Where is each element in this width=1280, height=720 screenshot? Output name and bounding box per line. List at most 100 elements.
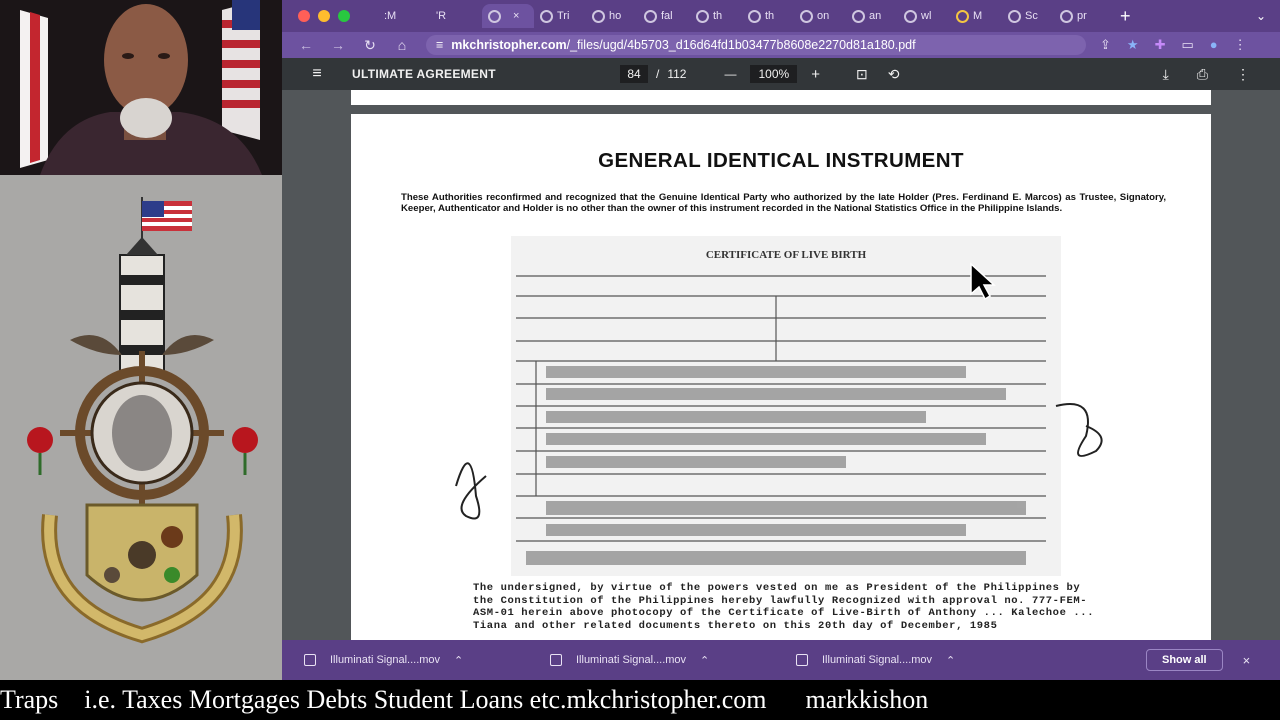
emblem-logo — [27, 197, 258, 644]
file-icon — [796, 654, 808, 666]
show-all-button[interactable]: Show all — [1146, 649, 1223, 671]
document-paragraph: These Authorities reconfirmed and recogn… — [401, 192, 1166, 214]
chevron-up-icon[interactable]: ⌃ — [700, 654, 709, 667]
chrome-favicon-icon — [488, 9, 501, 23]
previous-page-edge — [351, 90, 1211, 105]
url-host: mkchristopher.com — [451, 38, 567, 52]
tab-5[interactable]: fal — [638, 4, 690, 28]
chrome-favicon-icon — [696, 9, 709, 23]
tab-search-icon[interactable]: ⌄ — [1256, 9, 1266, 23]
pdf-more-icon[interactable]: ⋮ — [1236, 66, 1250, 83]
tab-label: pr — [1077, 10, 1087, 22]
tab-6[interactable]: th — [690, 4, 742, 28]
tab-12[interactable]: Sc — [1002, 4, 1054, 28]
tab-1[interactable]: 'R — [430, 4, 482, 28]
toolbar-icons: ⇪ ★ ✚ ▭ ● ⋮ — [1100, 37, 1247, 53]
download-filename: Illuminati Signal....mov — [822, 654, 933, 666]
download-item[interactable]: Illuminati Signal....mov ⌃ — [528, 654, 774, 667]
chrome-favicon-icon — [800, 9, 813, 23]
pdf-page: GENERAL IDENTICAL INSTRUMENT These Autho… — [351, 114, 1211, 640]
maximize-window-button[interactable] — [338, 10, 350, 22]
url-field[interactable]: ≡ mkchristopher.com/_files/ugd/4b5703_d1… — [426, 35, 1086, 55]
download-filename: Illuminati Signal....mov — [330, 654, 441, 666]
chrome-favicon-icon — [748, 9, 761, 23]
certificate-heading: CERTIFICATE OF LIVE BIRTH — [706, 249, 867, 261]
chrome-favicon-icon — [644, 9, 657, 23]
close-downloads-icon[interactable]: × — [1243, 653, 1251, 668]
chevron-up-icon[interactable]: ⌃ — [454, 654, 463, 667]
minimize-window-button[interactable] — [318, 10, 330, 22]
sidepanel-icon[interactable]: ▭ — [1181, 37, 1193, 53]
tab-label: an — [869, 10, 882, 22]
tab-label: M — [973, 10, 983, 22]
tab-active[interactable]: × — [482, 4, 534, 28]
url-path: /_files/ugd/4b5703_d16d64fd1b03477b8608e… — [566, 38, 916, 52]
zoom-controls: — 100% + — [724, 65, 820, 83]
chrome-favicon-icon — [852, 9, 865, 23]
zoom-out-button[interactable]: — — [724, 67, 736, 81]
tab-7[interactable]: th — [742, 4, 794, 28]
tab-label: :M — [384, 10, 397, 22]
zoom-level-input[interactable]: 100% — [750, 65, 798, 83]
zoom-in-button[interactable]: + — [811, 66, 820, 83]
hamburger-menu-icon[interactable]: ≡ — [282, 65, 352, 83]
tab-label: fal — [661, 10, 673, 22]
chrome-favicon-icon — [904, 9, 917, 23]
reload-icon[interactable]: ↻ — [354, 37, 386, 54]
site-info-icon[interactable]: ≡ — [436, 38, 443, 52]
certificate-caption: The undersigned, by virtue of the powers… — [473, 582, 1095, 632]
chrome-favicon-icon — [592, 9, 605, 23]
chrome-favicon-icon — [1008, 9, 1021, 23]
ticker-caption: Traps i.e. Taxes Mortgages Debts Student… — [0, 680, 1280, 720]
pdf-viewer[interactable]: GENERAL IDENTICAL INSTRUMENT These Autho… — [282, 90, 1280, 640]
forward-arrow-icon[interactable]: → — [322, 37, 354, 53]
tab-0[interactable]: :M — [378, 4, 430, 28]
tab-label: th — [713, 10, 723, 22]
bookmark-star-icon[interactable]: ★ — [1127, 37, 1139, 53]
tab-close-icon[interactable]: × — [513, 10, 519, 22]
birth-certificate-scan: CERTIFICATE OF LIVE BIRTH — [455, 236, 1103, 576]
pdf-actions: ⤓ ⎙ ⋮ — [1163, 66, 1250, 83]
share-icon[interactable]: ⇪ — [1100, 37, 1111, 53]
print-icon[interactable]: ⎙ — [1197, 66, 1208, 83]
tab-11[interactable]: M — [950, 4, 1002, 28]
webcam-video — [0, 0, 282, 175]
pdf-title: ULTIMATE AGREEMENT — [352, 67, 496, 81]
chevron-up-icon[interactable]: ⌃ — [946, 654, 955, 667]
profile-avatar-icon[interactable]: ● — [1210, 37, 1218, 53]
tab-8[interactable]: on — [794, 4, 846, 28]
tab-10[interactable]: wl — [898, 4, 950, 28]
back-arrow-icon[interactable]: ← — [290, 37, 322, 53]
tab-label: on — [817, 10, 830, 22]
tab-label: Tri — [557, 10, 570, 22]
page-separator: / — [656, 67, 660, 81]
tab-label: 'R — [436, 10, 447, 22]
browser-window: :M 'R × Tri ho fal th th on an wl M Sc p… — [282, 0, 1280, 680]
pdf-toolbar: ≡ ULTIMATE AGREEMENT 84 / 112 — 100% + ⊡… — [282, 58, 1280, 90]
download-item[interactable]: Illuminati Signal....mov ⌃ — [774, 654, 1020, 667]
document-title: GENERAL IDENTICAL INSTRUMENT — [598, 149, 964, 172]
more-menu-icon[interactable]: ⋮ — [1234, 37, 1247, 53]
home-icon[interactable]: ⌂ — [386, 37, 418, 53]
emblem-panel — [0, 175, 282, 680]
drive-favicon-icon — [956, 9, 969, 23]
file-icon — [304, 654, 316, 666]
downloads-bar: Illuminati Signal....mov ⌃ Illuminati Si… — [282, 640, 1280, 680]
tab-label: wl — [921, 10, 932, 22]
tab-label: Sc — [1025, 10, 1038, 22]
fit-page-icon[interactable]: ⊡ — [856, 66, 868, 83]
page-total: 112 — [667, 67, 687, 81]
tab-4[interactable]: ho — [586, 4, 638, 28]
download-item[interactable]: Illuminati Signal....mov ⌃ — [282, 654, 528, 667]
tab-3[interactable]: Tri — [534, 4, 586, 28]
page-number-input[interactable]: 84 — [620, 65, 648, 83]
screen: :M 'R × Tri ho fal th th on an wl M Sc p… — [0, 0, 1280, 720]
close-window-button[interactable] — [298, 10, 310, 22]
download-icon[interactable]: ⤓ — [1163, 66, 1169, 83]
tab-13[interactable]: pr — [1054, 4, 1106, 28]
extensions-icon[interactable]: ✚ — [1155, 37, 1166, 53]
tab-9[interactable]: an — [846, 4, 898, 28]
new-tab-button[interactable]: + — [1120, 6, 1131, 27]
file-icon — [550, 654, 562, 666]
rotate-icon[interactable]: ⟲ — [888, 66, 900, 83]
